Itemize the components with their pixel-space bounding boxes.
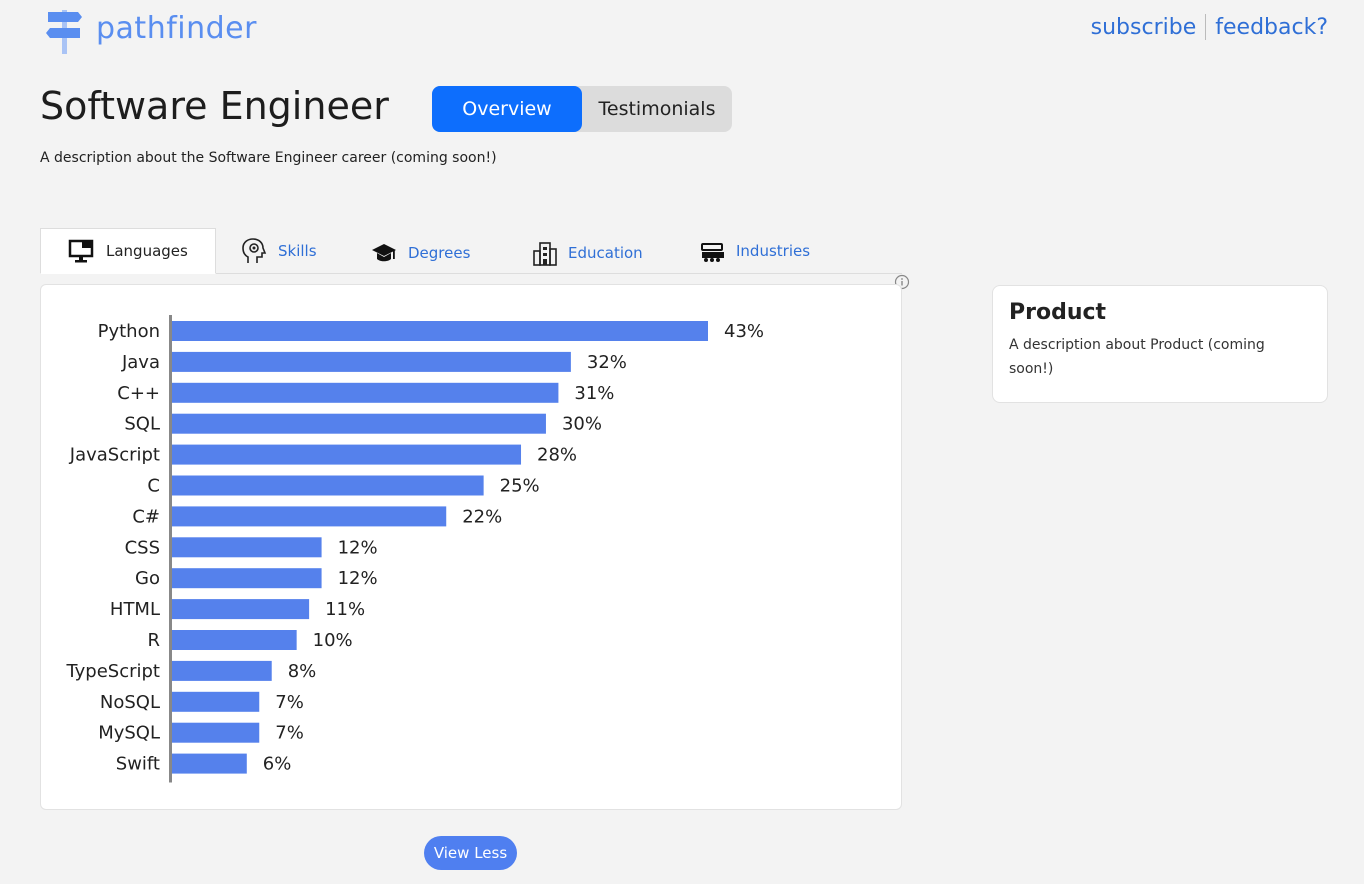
overview-button[interactable]: Overview [432, 86, 582, 132]
bar-nosql[interactable] [172, 691, 260, 712]
header: pathfinder subscribe feedback? [0, 0, 1364, 60]
tab-industries[interactable]: Industries [700, 228, 810, 274]
data-label: 7% [275, 692, 304, 713]
brand-name: pathfinder [96, 10, 257, 46]
data-label: 28% [537, 445, 577, 466]
nav-divider [1205, 14, 1207, 40]
monitor-icon [68, 239, 94, 263]
category-label: TypeScript [65, 661, 160, 682]
data-label: 31% [574, 383, 614, 404]
languages-bar-chart: Python 43% Java 32% C++ 31% SQL 30% JavaScript 28… [65, 315, 764, 783]
data-label: 25% [500, 476, 540, 497]
bar-r[interactable] [172, 630, 297, 650]
subscribe-link[interactable]: subscribe [1091, 15, 1197, 40]
data-label: 12% [338, 568, 378, 589]
career-description: A description about the Software Enginee… [40, 150, 497, 166]
bar-c[interactable] [172, 475, 484, 496]
data-label: 10% [313, 630, 353, 651]
product-card: Product A description about Product (com… [992, 285, 1328, 403]
testimonials-button[interactable]: Testimonials [582, 86, 732, 132]
bar-javascript[interactable] [172, 444, 522, 465]
tab-degrees[interactable]: Degrees [370, 230, 470, 276]
category-label: HTML [110, 599, 160, 620]
logo[interactable]: pathfinder [44, 8, 257, 54]
data-label: 11% [325, 599, 365, 620]
category-label: R [147, 630, 160, 651]
category-label: Go [135, 568, 160, 589]
bar-c-[interactable] [172, 506, 447, 527]
building-icon [533, 242, 557, 266]
data-label: 43% [724, 321, 764, 342]
tab-label: Industries [736, 242, 811, 260]
category-label: JavaScript [69, 445, 160, 466]
data-label: 22% [462, 506, 502, 527]
tab-education[interactable]: Education [532, 230, 643, 276]
category-label: CSS [125, 537, 160, 558]
tab-skills[interactable]: Skills [240, 228, 317, 274]
tab-label: Education [568, 244, 643, 262]
bar-css[interactable] [172, 537, 322, 558]
category-label: Java [121, 352, 160, 373]
data-label: 32% [587, 352, 627, 373]
feedback-link[interactable]: feedback? [1215, 15, 1328, 40]
tab-languages[interactable]: Languages [40, 228, 216, 274]
data-label: 8% [288, 661, 317, 682]
bar-c-[interactable] [172, 382, 559, 403]
category-label: NoSQL [100, 692, 160, 713]
category-label: C [147, 476, 160, 497]
bar-mysql[interactable] [172, 722, 260, 743]
factory-icon [701, 243, 724, 262]
page-title: Software Engineer [40, 84, 389, 128]
bar-html[interactable] [172, 599, 310, 620]
head-gear-icon [242, 238, 267, 263]
graduation-cap-icon [372, 244, 396, 262]
category-label: MySQL [98, 723, 160, 744]
category-label: C++ [117, 383, 160, 404]
view-toggle: Overview Testimonials [432, 86, 732, 132]
category-label: Swift [116, 754, 160, 775]
languages-chart-card: Python 43% Java 32% C++ 31% SQL 30% JavaScript 28… [40, 284, 902, 810]
tab-label: Degrees [408, 244, 471, 262]
data-label: 12% [338, 537, 378, 558]
product-card-title: Product [1009, 300, 1107, 325]
bar-typescript[interactable] [172, 660, 272, 681]
category-label: C# [132, 506, 160, 527]
bar-go[interactable] [172, 568, 322, 589]
bar-sql[interactable] [172, 413, 546, 434]
y-axis-line [169, 315, 172, 783]
bar-java[interactable] [172, 351, 571, 372]
bar-python[interactable] [172, 321, 708, 341]
bar-swift[interactable] [172, 753, 247, 774]
data-label: 7% [275, 723, 304, 744]
tab-label: Languages [106, 242, 188, 260]
signpost-icon [46, 10, 82, 54]
category-label: Python [98, 321, 160, 342]
tab-label: Skills [278, 242, 317, 260]
top-nav: subscribe feedback? [1091, 14, 1328, 40]
product-card-text: A description about Product (coming soon… [1009, 337, 1265, 377]
data-label: 6% [263, 754, 292, 775]
view-less-button[interactable]: View Less [424, 836, 517, 870]
data-label: 30% [562, 414, 602, 435]
category-label: SQL [124, 414, 160, 435]
category-tabs: Languages Skills Degrees Education Indus… [40, 228, 902, 274]
